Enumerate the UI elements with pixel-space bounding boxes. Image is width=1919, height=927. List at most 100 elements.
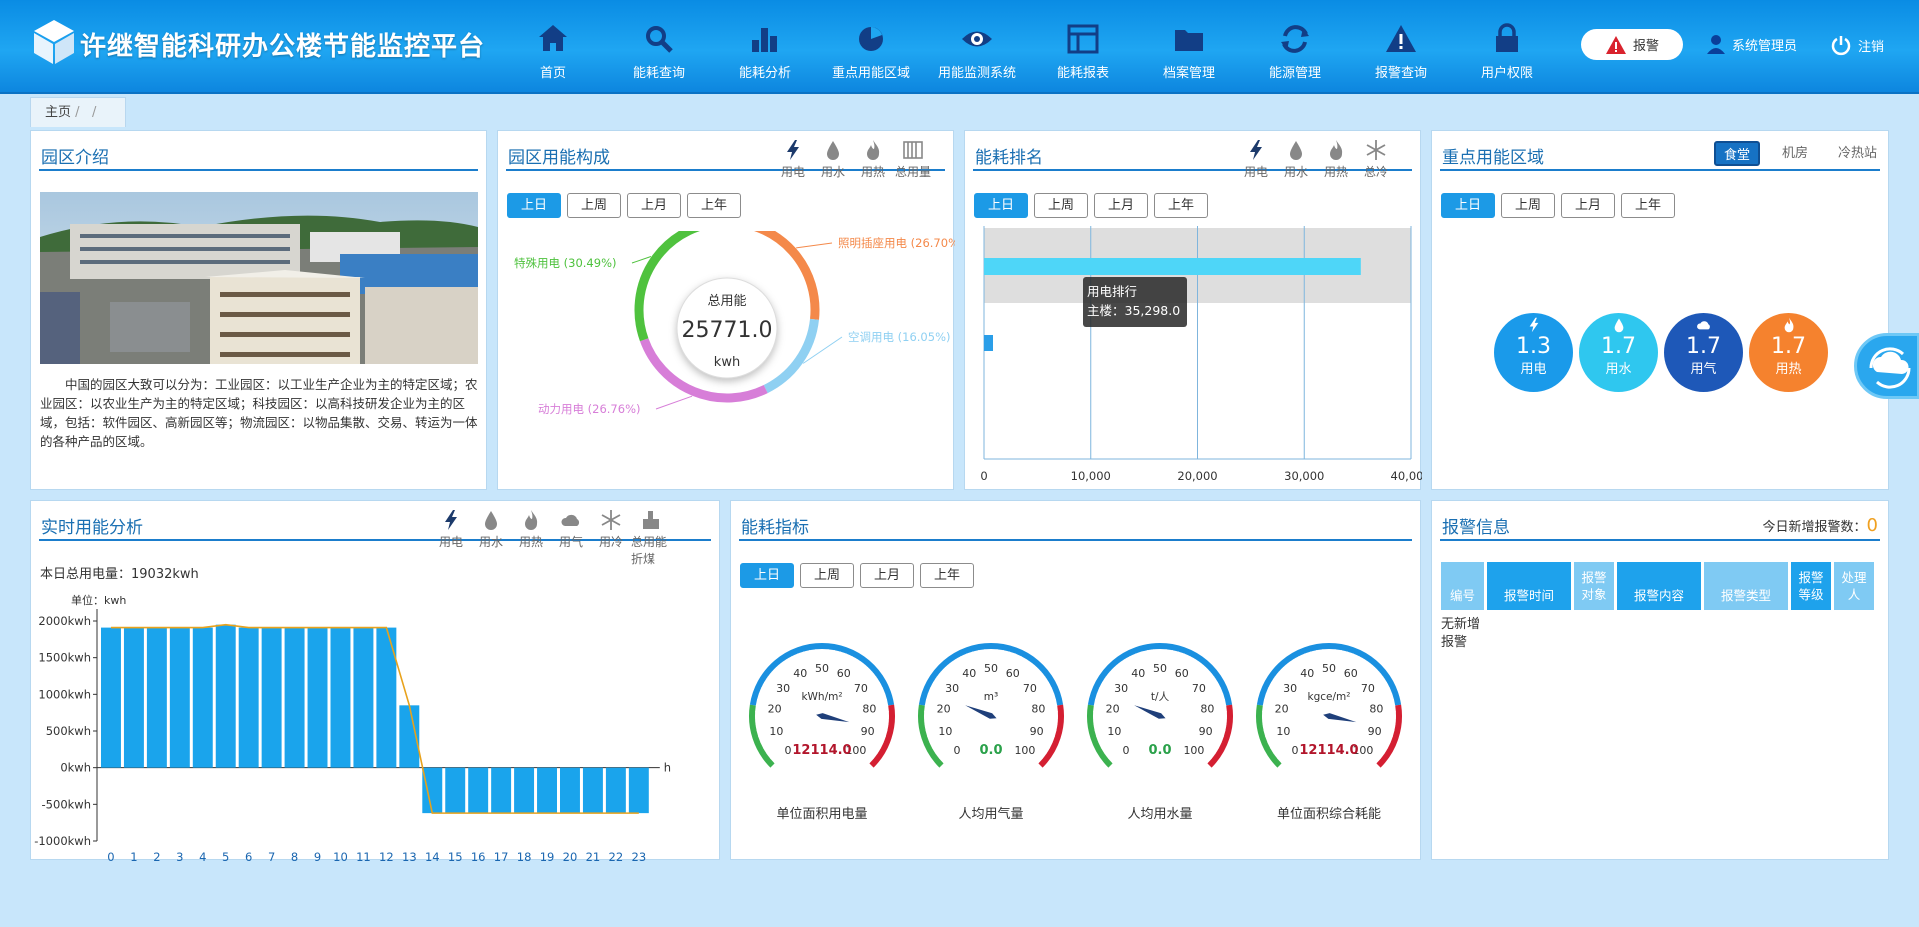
energy-tab-flame[interactable]: 用热 (853, 139, 893, 180)
rank-bar[interactable] (984, 335, 993, 351)
period-tab[interactable]: 上年 (687, 193, 742, 218)
nav-item-home[interactable]: 首页 (500, 22, 606, 88)
nav-item-refresh[interactable]: 能源管理 (1242, 22, 1348, 88)
flame-icon (1330, 140, 1343, 160)
hour-bar[interactable] (560, 767, 580, 814)
energy-tab-label: 总用能折煤 (631, 535, 668, 566)
hour-bar[interactable] (468, 767, 489, 814)
slice-leader (655, 395, 693, 410)
period-tab[interactable]: 上月 (860, 563, 915, 588)
gauge-label: 单位面积用电量 (776, 807, 868, 822)
energy-tab-factory[interactable]: 总用能折煤 (631, 509, 671, 567)
logout-button[interactable]: 注销 (1830, 34, 1884, 56)
energy-type-icons: 用电 用水 用热 总用量 (773, 139, 933, 180)
energy-tab-meter[interactable]: 总用量 (893, 139, 933, 180)
hour-bar[interactable] (238, 627, 259, 768)
energy-tab-water-drop[interactable]: 用水 (471, 509, 511, 567)
area-bubble[interactable]: 1.7 用热 (1749, 313, 1828, 392)
period-tab[interactable]: 上日 (740, 563, 795, 588)
period-tab[interactable]: 上月 (627, 193, 682, 218)
hour-bar[interactable] (514, 767, 535, 814)
area-bubble[interactable]: 1.3 用电 (1494, 313, 1573, 392)
energy-tab-water-drop[interactable]: 用水 (1276, 139, 1316, 180)
period-tabs: 上日 上周 上月 上年 (507, 193, 742, 218)
nav-item-warning[interactable]: 报警查询 (1348, 22, 1454, 88)
breadcrumb-home[interactable]: 主页 (45, 105, 71, 120)
area-bubble[interactable]: 1.7 用气 (1664, 313, 1743, 392)
energy-tab-lightning[interactable]: 用电 (431, 509, 471, 567)
area-subtabs: 食堂 机房 冷热站 (1714, 141, 1885, 166)
period-tab[interactable]: 上日 (507, 193, 562, 218)
x-tick-label: 2 (153, 850, 160, 861)
hour-bar[interactable] (445, 767, 466, 814)
user-info[interactable]: 系统管理员 (1706, 34, 1797, 54)
period-tab[interactable]: 上周 (1034, 193, 1089, 218)
gauges: 0 10 20 30 40 50 60 70 80 90 100 kWh/m² 12114.0 单位面积用… (737, 631, 1417, 861)
gauge-tick-label: 80 (1369, 702, 1383, 715)
alarm-button[interactable]: 报警 (1581, 29, 1683, 60)
hour-bar[interactable] (192, 627, 213, 768)
hour-bar[interactable] (582, 767, 603, 814)
nav-item-bar-chart[interactable]: 能耗分析 (712, 22, 818, 88)
area-subtab[interactable]: 冷热站 (1830, 141, 1885, 166)
energy-tab-lightning[interactable]: 用电 (773, 139, 813, 180)
refresh-button[interactable] (1854, 333, 1919, 399)
energy-tab-flame[interactable]: 用热 (511, 509, 551, 567)
x-tick-label: 7 (268, 850, 275, 861)
energy-tab-lightning[interactable]: 用电 (1236, 139, 1276, 180)
energy-tab-flame[interactable]: 用热 (1316, 139, 1356, 180)
period-tab[interactable]: 上周 (567, 193, 622, 218)
bubble-value: 1.7 (1771, 334, 1806, 359)
energy-tab-water-drop[interactable]: 用水 (813, 139, 853, 180)
hour-bar[interactable] (261, 627, 282, 768)
period-tab[interactable]: 上周 (1501, 193, 1556, 218)
period-tab[interactable]: 上月 (1094, 193, 1149, 218)
hour-bar[interactable] (491, 767, 512, 814)
period-tab[interactable]: 上月 (1561, 193, 1616, 218)
indicators-panel: 能耗指标 上日 上周 上月 上年 0 10 20 30 40 50 60 70 80 90 100 kWh/… (730, 500, 1421, 860)
x-tick-label: 11 (356, 850, 371, 861)
lightning-icon (1250, 140, 1262, 160)
period-tab[interactable]: 上日 (1441, 193, 1496, 218)
nav-item-report[interactable]: 能耗报表 (1030, 22, 1136, 88)
flame-icon (1781, 317, 1797, 336)
snowflake-icon (1366, 140, 1386, 160)
hour-bar[interactable] (628, 767, 649, 814)
hour-bar[interactable] (146, 627, 167, 768)
hour-bar[interactable] (284, 627, 305, 768)
hour-bar[interactable] (307, 627, 328, 768)
gauge-tick-label: 10 (1107, 725, 1121, 738)
alarm-table-header: 编号 报警时间 报警 对象 报警内容 报警类型 报警 等级 处理 人 (1441, 562, 1874, 610)
area-subtab[interactable]: 食堂 (1714, 141, 1761, 166)
energy-tab-snowflake[interactable]: 用冷 (591, 509, 631, 567)
hour-bar[interactable] (123, 627, 144, 768)
x-tick-label: 21 (586, 850, 601, 861)
energy-tab-snowflake[interactable]: 总冷 (1356, 139, 1396, 180)
period-tab[interactable]: 上周 (800, 563, 855, 588)
period-tab[interactable]: 上年 (920, 563, 975, 588)
area-subtab[interactable]: 机房 (1774, 141, 1816, 166)
nav-item-search[interactable]: 能耗查询 (606, 22, 712, 88)
period-tab[interactable]: 上日 (974, 193, 1029, 218)
energy-tab-cloud[interactable]: 用气 (551, 509, 591, 567)
power-icon (1831, 36, 1851, 56)
rank-bar[interactable] (984, 258, 1361, 275)
area-bubble[interactable]: 1.7 用水 (1579, 313, 1658, 392)
hour-bar[interactable] (422, 767, 443, 814)
hour-bar[interactable] (537, 767, 557, 814)
x-tick-label: 10 (333, 850, 348, 861)
hour-bar[interactable] (215, 624, 236, 768)
nav-item-eye[interactable]: 用能监测系统 (924, 22, 1030, 88)
period-tab[interactable]: 上年 (1621, 193, 1676, 218)
nav-item-lock[interactable]: 用户权限 (1454, 22, 1560, 88)
nav-item-pie-chart[interactable]: 重点用能区域 (818, 22, 924, 88)
hour-bar[interactable] (101, 627, 121, 768)
hour-bar[interactable] (330, 627, 351, 768)
hour-bar[interactable] (169, 627, 190, 768)
hour-bar[interactable] (353, 627, 374, 768)
hour-bar[interactable] (605, 767, 626, 814)
app-title: 许继智能科研办公楼节能监控平台 (80, 32, 486, 62)
nav-item-folder[interactable]: 档案管理 (1136, 22, 1242, 88)
period-tab[interactable]: 上年 (1154, 193, 1209, 218)
gauge-tick-label: 40 (793, 667, 807, 680)
